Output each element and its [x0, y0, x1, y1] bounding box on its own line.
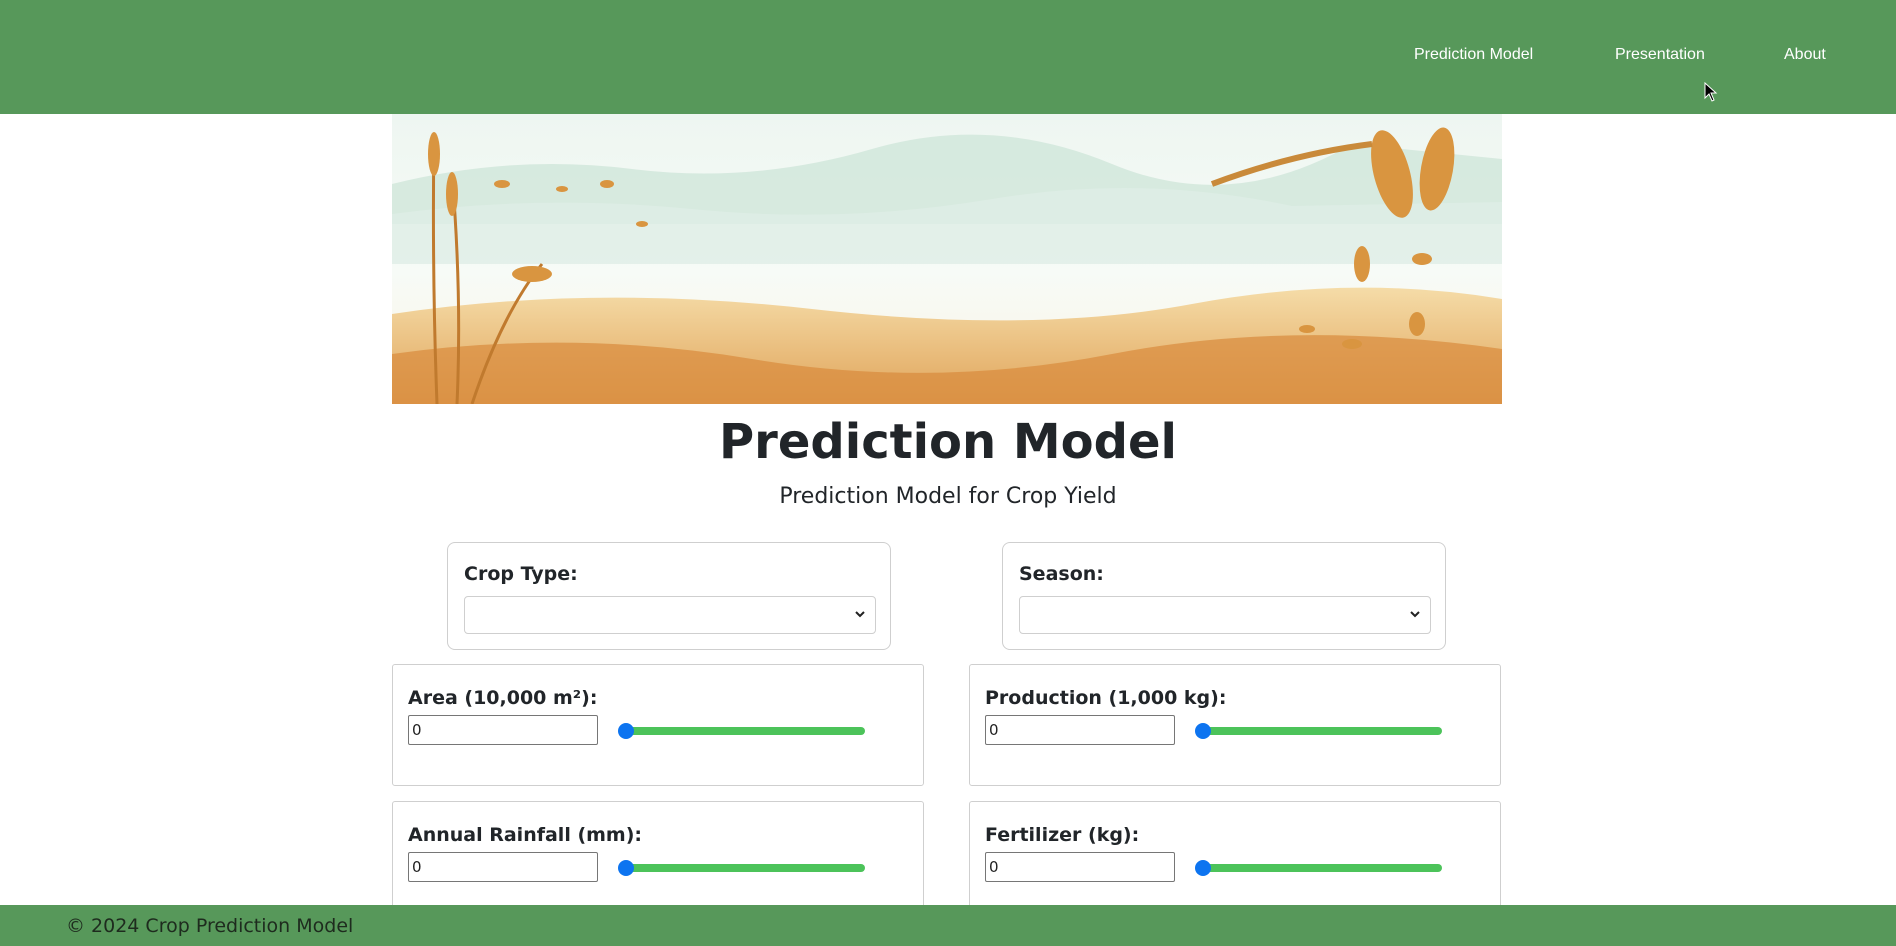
page-title: Prediction Model — [718, 414, 1178, 470]
fertilizer-input[interactable] — [985, 852, 1175, 882]
season-card: Season: — [1002, 542, 1446, 650]
top-navbar: Prediction Model Presentation About — [0, 0, 1896, 114]
production-slider-thumb[interactable] — [1195, 723, 1211, 739]
crop-type-label: Crop Type: — [464, 563, 578, 585]
chevron-down-icon — [1410, 611, 1420, 618]
mouse-cursor-icon — [1704, 82, 1718, 102]
production-input[interactable] — [985, 715, 1175, 745]
area-input[interactable] — [408, 715, 598, 745]
production-label: Production (1,000 kg): — [985, 687, 1227, 709]
production-slider-track[interactable] — [1202, 727, 1442, 735]
production-card: Production (1,000 kg): — [969, 664, 1501, 786]
hero-banner-image — [392, 114, 1502, 404]
rainfall-label: Annual Rainfall (mm): — [408, 824, 643, 846]
nav-link-prediction-model[interactable]: Prediction Model — [1414, 46, 1533, 64]
crop-type-select[interactable] — [464, 596, 876, 634]
nav-link-about[interactable]: About — [1784, 46, 1826, 64]
area-label: Area (10,000 m²): — [408, 687, 598, 709]
chevron-down-icon — [855, 611, 865, 618]
area-slider-thumb[interactable] — [618, 723, 634, 739]
crop-type-card: Crop Type: — [447, 542, 891, 650]
area-card: Area (10,000 m²): — [392, 664, 924, 786]
season-label: Season: — [1019, 563, 1104, 585]
rainfall-input[interactable] — [408, 852, 598, 882]
season-select[interactable] — [1019, 596, 1431, 634]
nav-link-presentation[interactable]: Presentation — [1615, 46, 1705, 64]
area-slider-track[interactable] — [625, 727, 865, 735]
rainfall-slider-thumb[interactable] — [618, 860, 634, 876]
fertilizer-slider-thumb[interactable] — [1195, 860, 1211, 876]
footer: © 2024 Crop Prediction Model — [0, 905, 1896, 946]
page-subtitle: Prediction Model for Crop Yield — [779, 484, 1117, 509]
fertilizer-slider-track[interactable] — [1202, 864, 1442, 872]
footer-copyright: © 2024 Crop Prediction Model — [66, 915, 354, 937]
fertilizer-label: Fertilizer (kg): — [985, 824, 1140, 846]
rainfall-slider-track[interactable] — [625, 864, 865, 872]
